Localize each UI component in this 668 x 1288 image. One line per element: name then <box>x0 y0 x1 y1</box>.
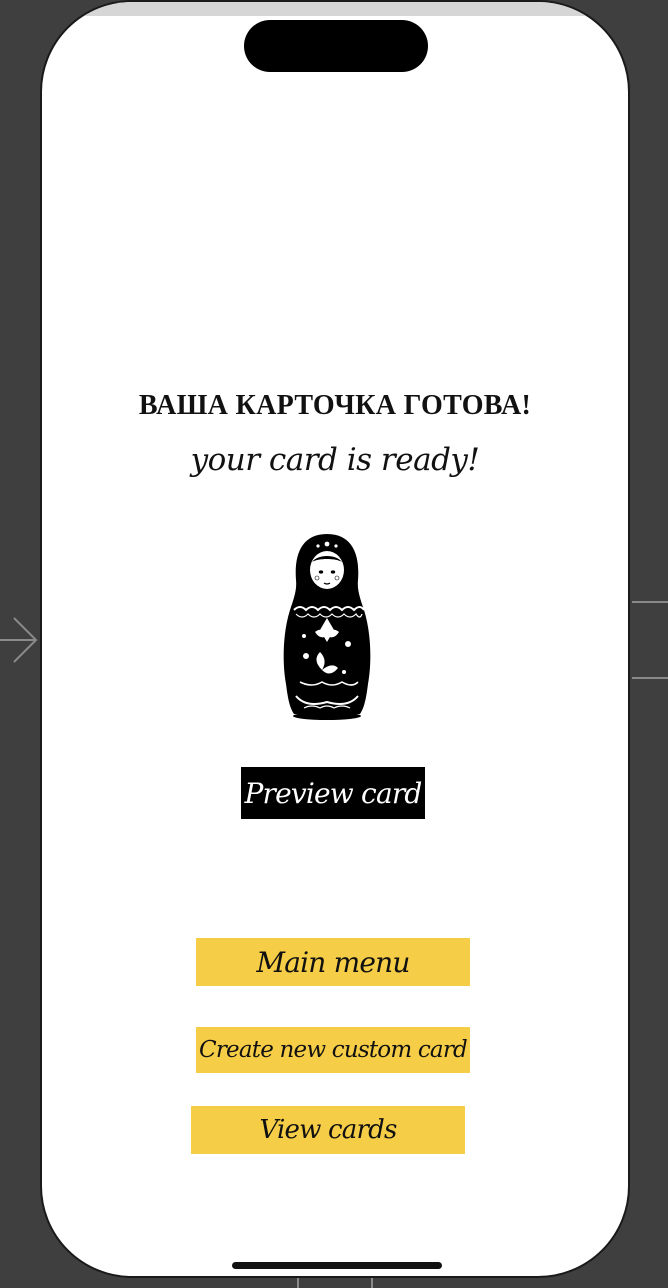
device-screen: ВАША КАРТОЧКА ГОТОВА! your card is ready… <box>40 0 630 1278</box>
heading-english: your card is ready! <box>190 442 480 478</box>
dynamic-island <box>244 20 428 72</box>
main-menu-button[interactable]: Main menu <box>196 938 470 986</box>
preview-card-button[interactable]: Preview card <box>241 767 425 819</box>
matryoshka-doll-icon <box>283 534 371 720</box>
canvas-arrow-icon <box>0 617 38 663</box>
heading-russian: ВАША КАРТОЧКА ГОТОВА! <box>138 390 532 421</box>
create-new-card-button[interactable]: Create new custom card <box>196 1027 470 1073</box>
home-indicator[interactable] <box>232 1262 442 1269</box>
view-cards-button[interactable]: View cards <box>191 1106 465 1154</box>
canvas-guide-lines <box>632 601 668 679</box>
status-bar-area <box>42 2 628 16</box>
